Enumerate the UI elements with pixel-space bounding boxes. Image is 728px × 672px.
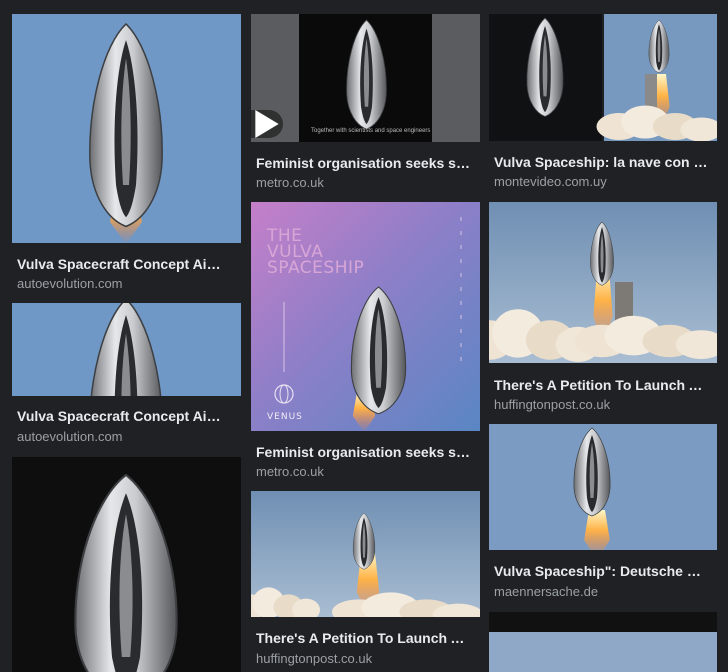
result-title[interactable]: There's A Petition To Launch A Vulva Spa… — [494, 376, 709, 394]
result-card-4[interactable]: Together with scientists and space engin… — [251, 14, 480, 194]
play-button[interactable] — [251, 110, 283, 138]
result-title[interactable]: Vulva Spaceship": Deutsche Feministinnen… — [494, 562, 709, 580]
result-source: autoevolution.com — [17, 276, 123, 291]
result-thumbnail[interactable] — [489, 14, 717, 141]
launch-image — [489, 202, 717, 363]
result-source: metro.co.uk — [256, 464, 324, 479]
spaceship-image — [12, 303, 241, 396]
result-title[interactable]: Feminist organisation seeks support for … — [256, 154, 472, 172]
play-icon — [255, 110, 279, 138]
result-title[interactable]: Vulva Spacecraft Concept Aims To Help Fi… — [17, 255, 233, 273]
result-card-6[interactable]: There's A Petition To Launch A Vulva Spa… — [251, 491, 480, 672]
video-caption: Together with scientists and space engin… — [311, 128, 431, 134]
result-source: metro.co.uk — [256, 175, 324, 190]
poster-title: THE VULVA SPACESHIP — [267, 226, 365, 278]
result-thumbnail[interactable] — [489, 424, 717, 550]
video-frame-image — [251, 14, 480, 142]
result-card-7[interactable]: Vulva Spaceship: la nave con forma de vu… — [489, 14, 717, 194]
result-thumbnail[interactable]: Together with scientists and space engin… — [251, 14, 480, 142]
result-card-10[interactable] — [489, 612, 717, 672]
result-card-1[interactable]: Vulva Spacecraft Concept Aims To Help Fi… — [12, 14, 241, 294]
result-card-9[interactable]: Vulva Spaceship": Deutsche Feministinnen… — [489, 424, 717, 602]
result-source: huffingtonpost.co.uk — [494, 397, 611, 412]
result-source: maennersache.de — [494, 584, 599, 599]
result-title[interactable]: There's A Petition To Launch A Vulva Spa… — [256, 629, 472, 647]
spaceship-image — [12, 14, 241, 243]
result-thumbnail[interactable] — [251, 491, 480, 617]
launch-image — [251, 491, 480, 617]
spaceship-image — [12, 457, 241, 672]
launch-image — [489, 424, 717, 550]
result-title[interactable]: Feminist organisation seeks support for … — [256, 443, 472, 461]
result-thumbnail[interactable] — [12, 14, 241, 243]
launch-image — [489, 612, 717, 672]
result-card-8[interactable]: There's A Petition To Launch A Vulva Spa… — [489, 202, 717, 416]
result-title[interactable]: Vulva Spacecraft Concept Aims To Help Fi… — [17, 407, 233, 425]
result-title[interactable]: Vulva Spaceship: la nave con forma de vu… — [494, 153, 709, 171]
result-source: montevideo.com.uy — [494, 174, 607, 189]
result-thumbnail[interactable] — [12, 457, 241, 672]
poster-brand: VENUS — [267, 412, 303, 422]
result-card-5[interactable]: THE VULVA SPACESHIP VENUS Feminist organ… — [251, 202, 480, 482]
result-thumbnail[interactable] — [489, 202, 717, 363]
result-source: autoevolution.com — [17, 429, 123, 444]
result-thumbnail[interactable]: THE VULVA SPACESHIP VENUS — [251, 202, 480, 431]
result-card-2[interactable]: Vulva Spacecraft Concept Aims To Help Fi… — [12, 303, 241, 448]
result-thumbnail[interactable] — [489, 612, 717, 672]
result-source: huffingtonpost.co.uk — [256, 651, 373, 666]
result-card-3[interactable] — [12, 457, 241, 672]
result-thumbnail[interactable] — [12, 303, 241, 396]
collage-image — [489, 14, 717, 141]
